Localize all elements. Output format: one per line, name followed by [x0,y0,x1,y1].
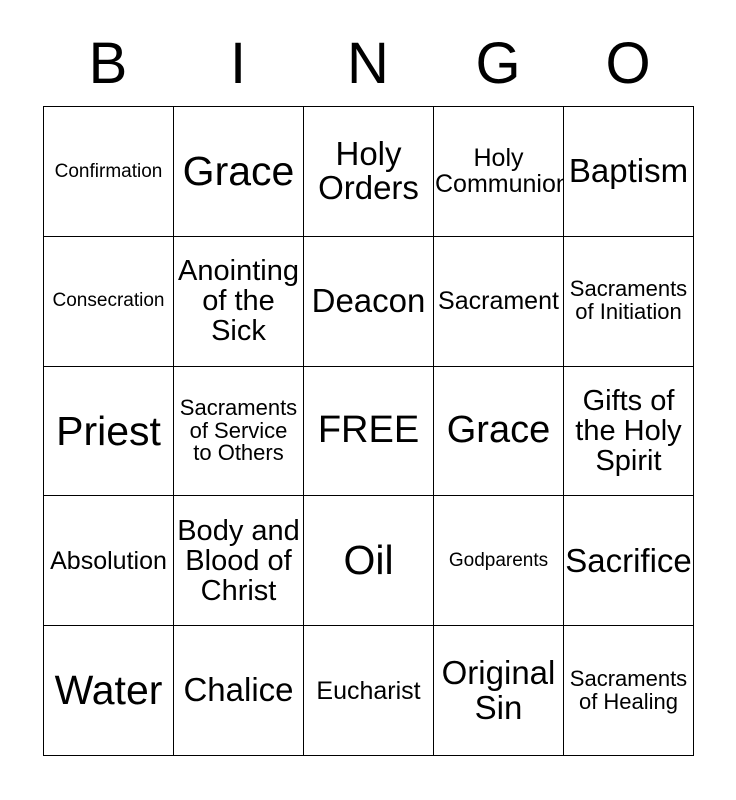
bingo-cell-label: Holy Communion [435,144,564,199]
bingo-grid: Confirmation Grace Holy Orders Holy Communi… [43,106,694,756]
bingo-cell[interactable]: Anointing of the Sick [174,236,304,367]
bingo-cell[interactable]: Grace [174,107,304,237]
bingo-cell-label: Deacon [311,282,426,320]
header-letter-g: G [475,31,521,96]
bingo-cell-label: Chalice [183,671,294,709]
bingo-cell[interactable]: Godparents [434,496,564,627]
bingo-cell[interactable]: Sacrifice [564,496,694,627]
bingo-cell-label: Grace [446,409,551,452]
bingo-cell[interactable]: Chalice [174,626,304,756]
bingo-cell[interactable]: Baptism [564,107,694,237]
bingo-cell-label: Priest [56,407,161,454]
header-letter-o: O [605,31,651,96]
bingo-cell[interactable]: Eucharist [304,626,434,756]
bingo-cell-label: Sacraments of Service to Others [179,394,298,466]
bingo-cell[interactable]: Holy Orders [304,107,434,237]
bingo-cell-label: Absolution [50,546,167,575]
header-letter-b: B [88,31,128,96]
bingo-cell-label: Sacraments of Initiation [569,276,688,325]
bingo-cell-label: Sacraments of Healing [569,665,688,714]
bingo-cell[interactable]: Consecration [44,236,174,367]
bingo-cell[interactable]: Sacraments of Service to Others [174,366,304,497]
bingo-header-row: B I N G O [43,28,693,100]
bingo-cell[interactable]: Grace [434,366,564,497]
free-space-label: FREE [317,409,420,452]
bingo-cell[interactable]: Water [44,626,174,756]
bingo-cell-label: Anointing of the Sick [178,254,299,348]
bingo-cell-free[interactable]: FREE [304,366,434,497]
bingo-cell-label: Godparents [448,549,549,571]
bingo-cell-label: Gifts of the Holy Spirit [575,384,682,478]
bingo-cell-label: Grace [182,148,295,195]
bingo-cell-label: Body and Blood of Christ [177,514,300,607]
bingo-cell-label: Baptism [568,152,689,190]
header-letter-n: N [347,31,389,96]
bingo-card: B I N G O Confirmation Grace Holy Orders Ho… [0,0,736,800]
header-letter-i: I [229,31,247,96]
bingo-cell-label: Original Sin [441,654,556,726]
bingo-cell[interactable]: Sacraments of Healing [564,626,694,756]
bingo-cell-label: Water [54,667,163,714]
bingo-cell-label: Oil [343,537,394,584]
bingo-cell[interactable]: Gifts of the Holy Spirit [564,366,694,497]
bingo-cell-label: Sacrifice [565,541,692,579]
bingo-cell[interactable]: Body and Blood of Christ [174,496,304,627]
bingo-cell[interactable]: Absolution [44,496,174,627]
bingo-cell[interactable]: Deacon [304,236,434,367]
bingo-cell[interactable]: Oil [304,496,434,627]
bingo-cell-label: Sacrament [438,287,559,316]
bingo-cell-label: Eucharist [316,676,421,705]
bingo-cell[interactable]: Priest [44,366,174,497]
bingo-cell-label: Confirmation [54,160,163,182]
bingo-cell[interactable]: Sacrament [434,236,564,367]
bingo-cell[interactable]: Confirmation [44,107,174,237]
bingo-cell[interactable]: Holy Communion [434,107,564,237]
bingo-cell-label: Holy Orders [318,135,419,207]
bingo-cell-label: Consecration [52,290,165,312]
bingo-cell[interactable]: Original Sin [434,626,564,756]
bingo-cell[interactable]: Sacraments of Initiation [564,236,694,367]
